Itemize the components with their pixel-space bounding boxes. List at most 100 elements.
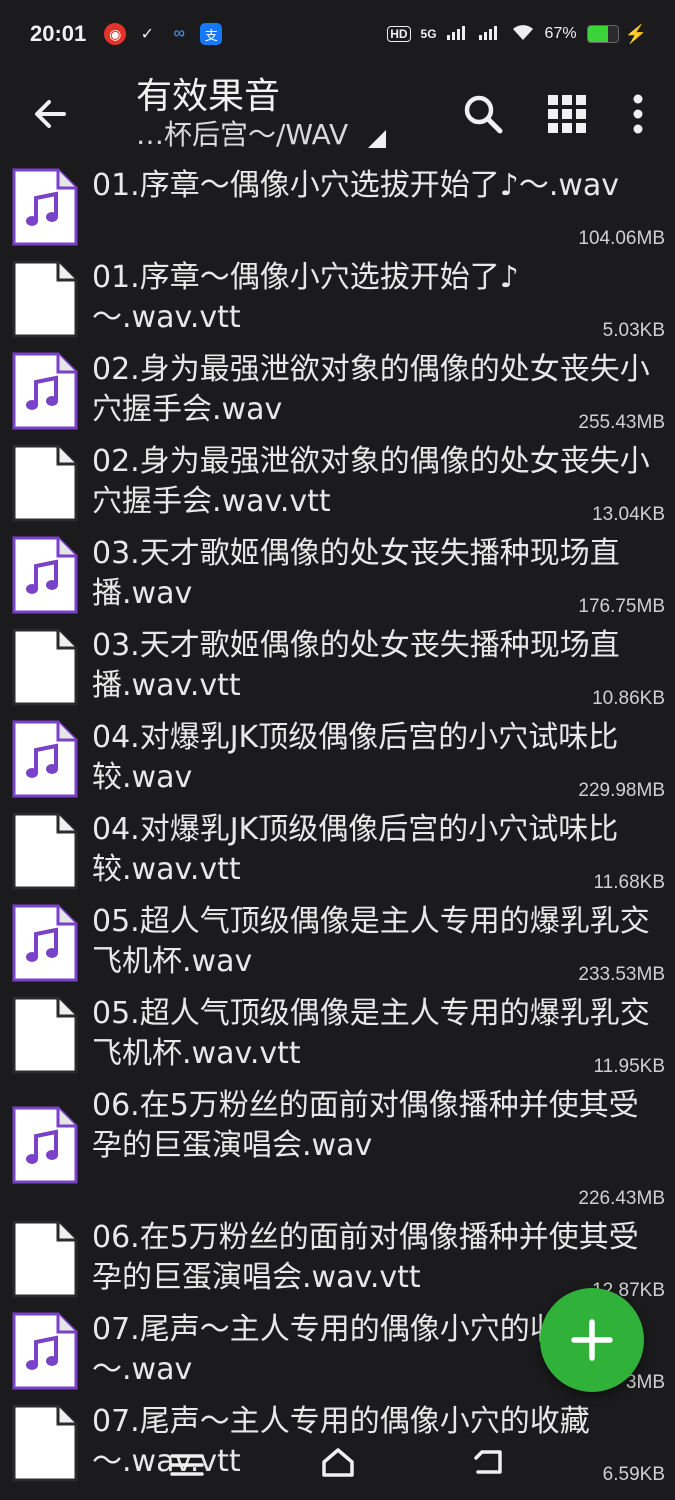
charging-bolt-icon: ⚡ — [624, 23, 647, 44]
file-size: 10.86KB — [592, 688, 665, 709]
file-thumbnail — [12, 444, 78, 522]
search-icon — [464, 95, 503, 134]
hd-badge: HD — [387, 26, 411, 42]
file-size: 229.98MB — [578, 780, 665, 801]
grid-view-icon — [548, 95, 586, 133]
file-thumbnail — [12, 352, 78, 430]
current-path: …杯后宫～/WAV — [136, 118, 349, 151]
text-file-icon — [12, 444, 78, 522]
signal-icon — [446, 24, 469, 45]
app-bar: 有效果音 …杯后宫～/WAV — [0, 68, 675, 160]
wifi-icon — [511, 23, 535, 46]
dropdown-triangle-icon — [368, 130, 387, 148]
status-left: 20:01 ◉ ✓ ∞ 支 — [30, 21, 223, 47]
file-size: 3MB — [625, 1372, 665, 1393]
alipay-icon: 支 — [200, 23, 223, 45]
plus-icon — [571, 1319, 613, 1361]
menu-nav-icon[interactable] — [170, 1452, 204, 1478]
file-row[interactable]: 02.身为最强泄欲对象的偶像的处女丧失小穴握手会.wav.vtt 13.04KB — [0, 438, 675, 530]
grid-view-button[interactable] — [539, 86, 595, 142]
arrow-left-icon — [35, 100, 66, 128]
file-row[interactable]: 04.对爆乳JK顶级偶像后宫的小穴试味比较.wav.vtt 11.68KB — [0, 806, 675, 898]
file-thumbnail — [12, 1312, 78, 1390]
file-row[interactable]: 02.身为最强泄欲对象的偶像的处女丧失小穴握手会.wav 255.43MB — [0, 346, 675, 438]
file-size: 255.43MB — [578, 412, 665, 433]
file-thumbnail — [12, 168, 78, 246]
file-size: 11.95KB — [593, 1056, 665, 1077]
network-type: 5G — [420, 27, 437, 41]
file-name: 01.序章～偶像小穴选拔开始了♪～.wav — [92, 168, 620, 203]
system-navigation-bar — [0, 1432, 675, 1500]
file-thumbnail — [12, 720, 78, 798]
search-button[interactable] — [455, 86, 511, 142]
status-bar: 20:01 ◉ ✓ ∞ 支 HD 5G 67% ⚡ — [0, 0, 675, 68]
file-row[interactable]: 03.天才歌姬偶像的处女丧失播种现场直播.wav 176.75MB — [0, 530, 675, 622]
file-size: 5.03KB — [602, 320, 665, 341]
status-right: HD 5G 67% ⚡ — [387, 23, 647, 46]
title-block: 有效果音 …杯后宫～/WAV — [100, 76, 455, 152]
task-check-icon: ✓ — [140, 26, 154, 43]
battery-percent: 67% — [544, 25, 577, 42]
back-button[interactable] — [0, 68, 100, 160]
text-file-icon — [12, 812, 78, 890]
file-size: 104.06MB — [578, 228, 665, 249]
file-name: 05.超人气顶级偶像是主人专用的爆乳乳交飞机杯.wav.vtt — [92, 996, 650, 1071]
signal-icon-2 — [478, 24, 501, 45]
home-nav-icon[interactable] — [320, 1446, 356, 1478]
file-row[interactable]: 04.对爆乳JK顶级偶像后宫的小穴试味比较.wav 229.98MB — [0, 714, 675, 806]
file-thumbnail — [12, 260, 78, 338]
text-file-icon — [12, 628, 78, 706]
file-thumbnail — [12, 536, 78, 614]
file-size: 11.68KB — [593, 872, 665, 893]
file-name: 04.对爆乳JK顶级偶像后宫的小穴试味比较.wav — [92, 720, 619, 795]
file-row[interactable]: 03.天才歌姬偶像的处女丧失播种现场直播.wav.vtt 10.86KB — [0, 622, 675, 714]
file-size: 13.04KB — [592, 504, 665, 525]
battery-body — [586, 25, 619, 43]
file-name: 06.在5万粉丝的面前对偶像播种并使其受孕的巨蛋演唱会.wav.vtt — [92, 1220, 639, 1295]
audio-file-icon — [12, 720, 78, 798]
text-file-icon — [12, 996, 78, 1074]
netease-music-icon: ◉ — [104, 23, 127, 45]
audio-file-icon — [12, 168, 78, 246]
file-name: 06.在5万粉丝的面前对偶像播种并使其受孕的巨蛋演唱会.wav — [92, 1088, 639, 1163]
file-name: 04.对爆乳JK顶级偶像后宫的小穴试味比较.wav.vtt — [92, 812, 619, 887]
file-name: 05.超人气顶级偶像是主人专用的爆乳乳交飞机杯.wav — [92, 904, 650, 979]
more-vert-icon — [633, 94, 643, 134]
file-row[interactable]: 01.序章～偶像小穴选拔开始了♪～.wav.vtt 5.03KB — [0, 254, 675, 346]
file-name: 03.天才歌姬偶像的处女丧失播种现场直播.wav.vtt — [92, 628, 620, 703]
audio-file-icon — [12, 352, 78, 430]
file-thumbnail — [12, 1106, 78, 1184]
file-thumbnail — [12, 812, 78, 890]
file-name: 02.身为最强泄欲对象的偶像的处女丧失小穴握手会.wav.vtt — [92, 444, 650, 519]
file-size: 233.53MB — [578, 964, 665, 985]
status-time: 20:01 — [30, 21, 87, 46]
file-row[interactable]: 05.超人气顶级偶像是主人专用的爆乳乳交飞机杯.wav.vtt 11.95KB — [0, 990, 675, 1082]
audio-file-icon — [12, 536, 78, 614]
add-button[interactable] — [540, 1288, 644, 1392]
page-title: 有效果音 — [136, 76, 281, 117]
cloud-sync-icon: ∞ — [173, 25, 185, 42]
file-thumbnail — [12, 628, 78, 706]
file-thumbnail — [12, 904, 78, 982]
text-file-icon — [12, 260, 78, 338]
file-name: 03.天才歌姬偶像的处女丧失播种现场直播.wav — [92, 536, 620, 611]
more-options-button[interactable] — [623, 86, 653, 142]
file-thumbnail — [12, 1220, 78, 1298]
audio-file-icon — [12, 1312, 78, 1390]
file-row[interactable]: 05.超人气顶级偶像是主人专用的爆乳乳交飞机杯.wav 233.53MB — [0, 898, 675, 990]
audio-file-icon — [12, 904, 78, 982]
back-nav-icon[interactable] — [472, 1448, 506, 1476]
file-row[interactable]: 06.在5万粉丝的面前对偶像播种并使其受孕的巨蛋演唱会.wav 226.43MB — [0, 1082, 675, 1214]
file-thumbnail — [12, 996, 78, 1074]
file-name: 02.身为最强泄欲对象的偶像的处女丧失小穴握手会.wav — [92, 352, 650, 427]
text-file-icon — [12, 1220, 78, 1298]
file-size: 176.75MB — [578, 596, 665, 617]
audio-file-icon — [12, 1106, 78, 1184]
appbar-actions — [455, 86, 675, 142]
file-size: 226.43MB — [578, 1188, 665, 1209]
file-row[interactable]: 01.序章～偶像小穴选拔开始了♪～.wav 104.06MB — [0, 162, 675, 254]
battery-fill — [587, 26, 608, 42]
battery-icon: ⚡ — [586, 23, 647, 45]
path-selector[interactable]: …杯后宫～/WAV — [136, 118, 455, 152]
file-name: 01.序章～偶像小穴选拔开始了♪～.wav.vtt — [92, 260, 519, 335]
